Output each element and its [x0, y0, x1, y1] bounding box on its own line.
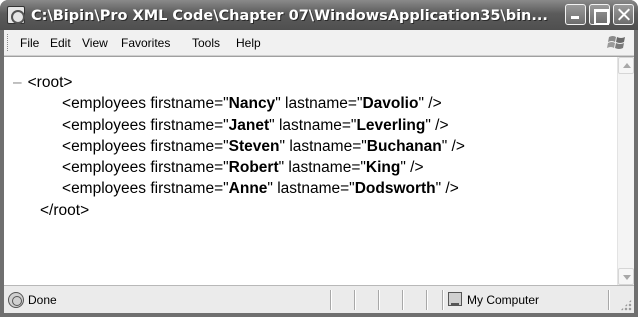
attribute-name: firstname [150, 159, 215, 177]
status-divider [442, 290, 444, 310]
tag-open: < [62, 180, 72, 198]
xml-element-line: <employees firstname="Steven" lastname="… [10, 136, 610, 157]
status-divider [402, 290, 404, 310]
attr-eq: =" [214, 95, 229, 113]
element-name: employees [71, 137, 147, 155]
attr-eq: =" [341, 116, 357, 134]
menu-file[interactable]: File [18, 33, 41, 53]
close-button[interactable] [613, 4, 634, 25]
status-divider [330, 290, 332, 310]
windows-logo-icon [607, 36, 625, 49]
document-view: – <root> <employees firstname="Nancy" las… [4, 56, 634, 285]
security-zone: My Computer [467, 293, 540, 307]
title-bar[interactable]: C:\Bipin\Pro XML Code\Chapter 07\Windows… [0, 0, 638, 30]
attribute-value: Buchanan [366, 137, 442, 155]
status-bar: Done My Computer [4, 285, 634, 313]
root-close-tag: </root> [40, 201, 90, 219]
window-title: C:\Bipin\Pro XML Code\Chapter 07\Windows… [31, 8, 548, 24]
attribute-value: Nancy [228, 95, 276, 113]
vertical-scrollbar[interactable] [617, 57, 634, 285]
tag-open: < [62, 137, 72, 155]
attribute-name: lastname [288, 159, 352, 177]
xml-element-line: <employees firstname="Robert" lastname="… [10, 157, 610, 178]
menu-bar: File Edit View Favorites Tools Help [4, 30, 634, 56]
status-divider [378, 290, 380, 310]
attr-eq: =" [214, 159, 229, 177]
tag-open: < [62, 159, 72, 177]
attribute-value: Dodsworth [354, 180, 436, 198]
element-name: employees [71, 95, 147, 113]
status-divider [426, 290, 428, 310]
browser-window: C:\Bipin\Pro XML Code\Chapter 07\Windows… [0, 0, 638, 317]
tag-self-close: " /> [441, 137, 465, 155]
attribute-name: lastname [278, 116, 342, 134]
attr-close: " [278, 159, 289, 177]
menu-favorites[interactable]: Favorites [119, 33, 172, 53]
attribute-value: King [365, 159, 401, 177]
attribute-name: firstname [150, 116, 215, 134]
attr-eq: =" [214, 116, 229, 134]
xml-document: – <root> <employees firstname="Nancy" las… [10, 72, 610, 221]
attribute-value: Davolio [362, 95, 419, 113]
attribute-value: Leverling [356, 116, 426, 134]
attr-eq: =" [340, 180, 355, 198]
attr-close: " [267, 180, 278, 198]
attribute-name: lastname [285, 95, 348, 113]
attribute-name: lastname [289, 137, 353, 155]
attribute-value: Steven [228, 137, 280, 155]
attribute-value: Robert [228, 159, 279, 177]
root-open-tag: <root> [27, 74, 73, 91]
employee-rows: <employees firstname="Nancy" lastname="D… [10, 93, 610, 199]
attribute-value: Janet [228, 116, 270, 134]
element-name: employees [71, 180, 147, 198]
xml-element-line: <employees firstname="Nancy" lastname="D… [10, 93, 610, 114]
status-divider [354, 290, 356, 310]
maximize-button[interactable] [589, 4, 610, 25]
menu-help[interactable]: Help [234, 33, 263, 53]
attribute-name: lastname [277, 180, 341, 198]
toolbar-grip-icon[interactable] [7, 34, 10, 51]
element-name: employees [71, 116, 147, 134]
attribute-name: firstname [150, 137, 215, 155]
attr-close: " [275, 95, 285, 113]
tag-self-close: " /> [435, 180, 459, 198]
tag-open: < [62, 116, 72, 134]
xml-element-line: <employees firstname="Anne" lastname="Do… [10, 178, 610, 199]
collapse-toggle[interactable]: – [10, 74, 22, 91]
root-close-line: </root> [10, 200, 610, 221]
status-text: Done [28, 293, 57, 307]
attr-eq: =" [351, 159, 366, 177]
ie-page-icon [8, 292, 24, 308]
element-name: employees [71, 159, 147, 177]
ie-icon[interactable] [7, 6, 25, 24]
root-open-line: – <root> [10, 72, 610, 93]
resize-grip-icon[interactable] [620, 299, 632, 311]
attr-eq: =" [214, 180, 229, 198]
tag-self-close: " /> [400, 159, 424, 177]
attr-close: " [269, 116, 279, 134]
attribute-name: firstname [150, 95, 215, 113]
menu-view[interactable]: View [80, 33, 110, 53]
status-divider [608, 290, 610, 310]
attr-eq: =" [347, 95, 363, 113]
tag-self-close: " /> [418, 95, 442, 113]
attr-close: " [279, 137, 290, 155]
xml-element-line: <employees firstname="Janet" lastname="L… [10, 115, 610, 136]
scroll-down-arrow-icon[interactable] [618, 268, 634, 285]
menu-edit[interactable]: Edit [48, 33, 73, 53]
tag-self-close: " /> [425, 116, 449, 134]
attr-eq: =" [214, 137, 229, 155]
my-computer-icon [448, 292, 462, 306]
scroll-up-arrow-icon[interactable] [618, 57, 634, 74]
minimize-button[interactable] [565, 4, 586, 25]
attr-eq: =" [352, 137, 367, 155]
attribute-name: firstname [150, 180, 215, 198]
attribute-value: Anne [228, 180, 268, 198]
tag-open: < [62, 95, 72, 113]
menu-tools[interactable]: Tools [190, 33, 222, 53]
